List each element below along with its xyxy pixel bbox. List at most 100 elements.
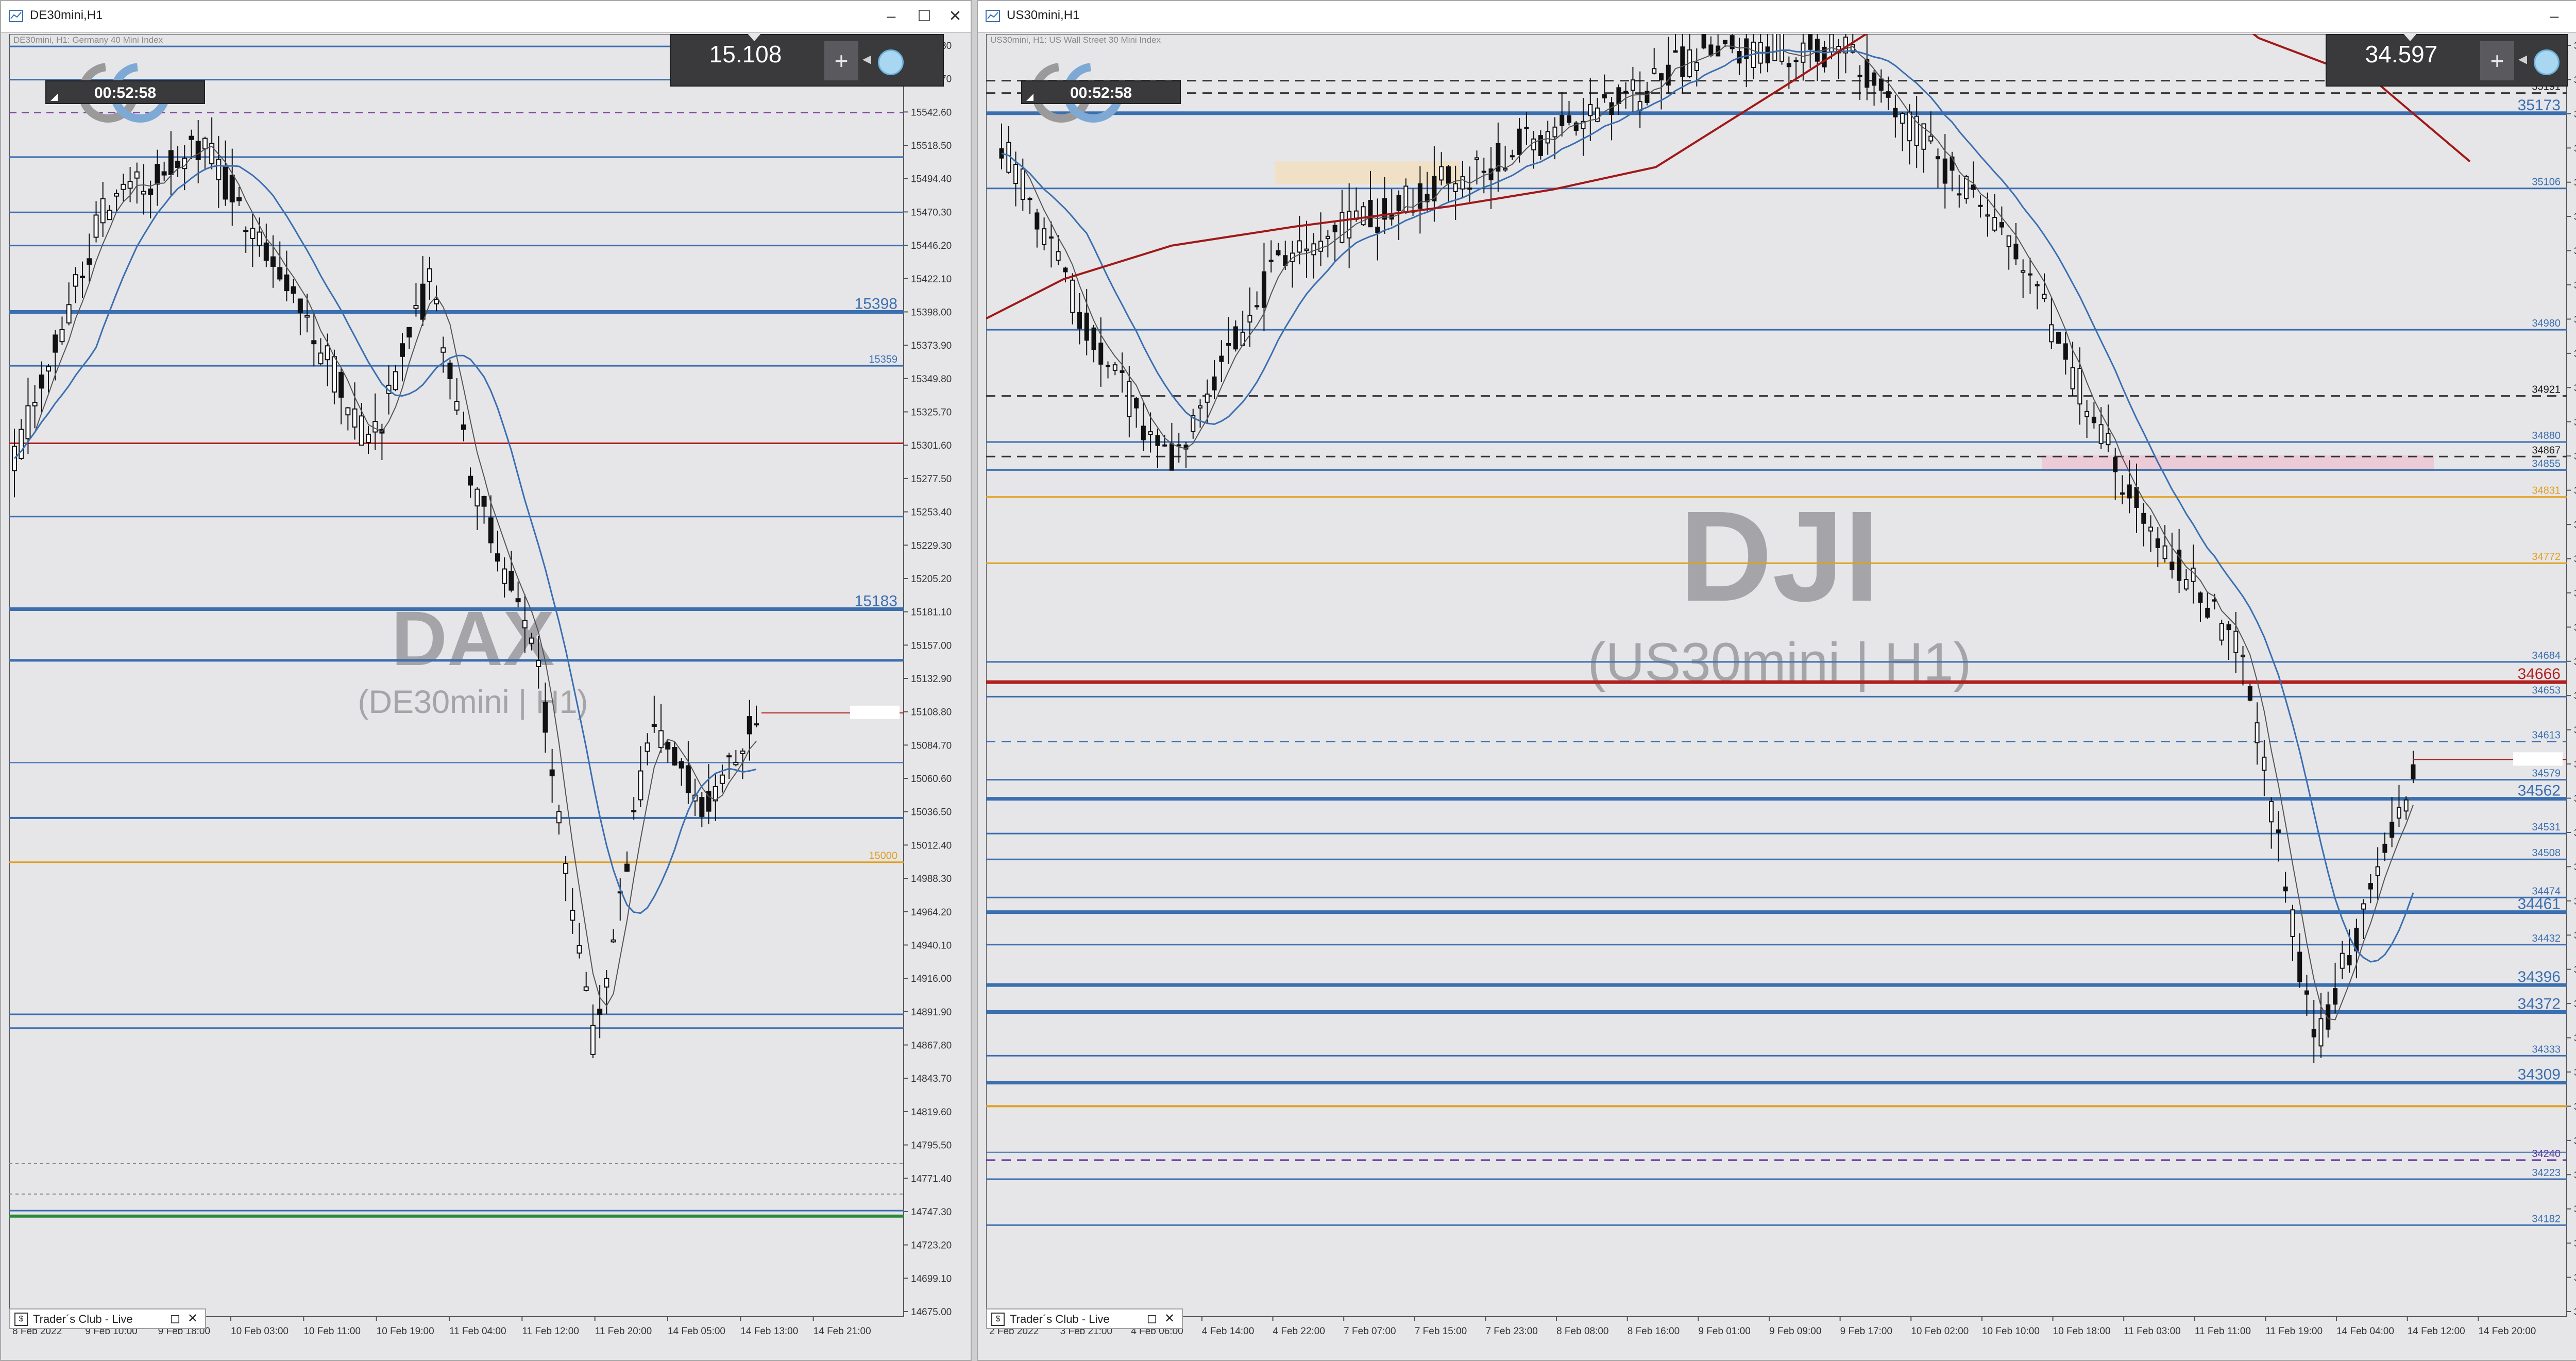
minimize-icon[interactable]: – xyxy=(2542,5,2567,28)
candle-body xyxy=(32,402,38,406)
tab-restore-icon[interactable]: ◻ xyxy=(1145,1312,1159,1326)
candle-body xyxy=(2311,1029,2316,1037)
time-axis-label: 4 Feb 14:00 xyxy=(1202,1326,1254,1337)
candle-body xyxy=(1865,59,1870,88)
candle-body xyxy=(726,755,732,758)
chart-tab[interactable]: $ Trader´s Club - Live ◻ ✕ xyxy=(9,1308,206,1329)
candle-body xyxy=(229,175,235,202)
candle-body xyxy=(685,765,691,793)
price-axis-label: 15325.70 xyxy=(911,407,952,418)
level-label: 35173 xyxy=(2518,97,2561,114)
time-axis-label: 4 Feb 22:00 xyxy=(1273,1326,1325,1337)
price-axis-label: 15422.10 xyxy=(911,274,952,285)
price-axis-label: 15542.60 xyxy=(911,107,952,118)
candle-body xyxy=(740,751,745,754)
price-axis-label: 15036.50 xyxy=(911,807,952,818)
price-axis-label: 15060.60 xyxy=(911,774,952,785)
candle-body xyxy=(468,475,473,486)
price-chart[interactable]: 15590.8015566.7015542.6015518.5015494.40… xyxy=(9,33,967,1360)
ticker-panel[interactable]: 34.597 + ◂ xyxy=(2326,33,2568,87)
candle-body xyxy=(2361,903,2366,910)
candle-body xyxy=(1141,426,1146,440)
price-chart-canvas[interactable]: 15590.8015566.7015542.6015518.5015494.40… xyxy=(9,33,967,1358)
candle-body xyxy=(2191,567,2196,582)
maximize-icon[interactable]: ☐ xyxy=(912,5,937,28)
price-axis-label: 15470.30 xyxy=(911,207,952,218)
level-label: 34223 xyxy=(2532,1167,2561,1179)
level-label: 15398 xyxy=(855,295,897,312)
time-axis-label: 11 Feb 20:00 xyxy=(595,1326,652,1337)
time-axis-label: 10 Feb 11:00 xyxy=(303,1326,361,1337)
chart-window-dji[interactable]: US30mini,H1 – ☐ ✕ 35233.50 35203.00 35172.… xyxy=(977,0,2576,1361)
time-axis-label: 11 Feb 04:00 xyxy=(449,1326,506,1337)
window-titlebar[interactable]: DE30mini,H1 – ☐ ✕ xyxy=(1,1,971,33)
candle-body xyxy=(2084,411,2090,417)
price-axis-label: 34288.00 xyxy=(2574,1101,2576,1112)
tab-chart-icon: $ xyxy=(991,1313,1005,1326)
window-titlebar[interactable]: US30mini,H1 – ☐ ✕ xyxy=(978,1,2576,33)
price-chart-canvas[interactable]: 35233.50 35203.00 35172.50 35142.00 35111.50… xyxy=(986,0,2576,1358)
status-ball-icon xyxy=(878,49,904,75)
level-label: 34579 xyxy=(2532,768,2561,779)
chart-tab[interactable]: $ Trader´s Club - Live ◻ ✕ xyxy=(986,1308,1183,1329)
time-axis-label: 8 Feb 16:00 xyxy=(1628,1326,1680,1337)
candle-body xyxy=(168,150,174,175)
candle-body xyxy=(1255,305,1260,308)
collapse-arrow-icon[interactable]: ◂ xyxy=(862,48,871,69)
add-button[interactable]: + xyxy=(2480,41,2514,80)
close-icon[interactable]: ✕ xyxy=(943,5,968,28)
tab-close-icon[interactable]: ✕ xyxy=(1162,1312,1177,1326)
time-axis-label: 14 Feb 13:00 xyxy=(740,1326,798,1337)
price-axis-label: 14819.60 xyxy=(911,1107,952,1118)
tab-close-icon[interactable]: ✕ xyxy=(185,1312,200,1326)
candle-body xyxy=(2183,579,2189,590)
candle-body xyxy=(1176,444,1181,447)
candle-body xyxy=(1708,44,1714,56)
candle-body xyxy=(2070,367,2075,389)
price-chart[interactable]: 35233.50 35203.00 35172.50 35142.00 35111.50… xyxy=(986,0,2576,1360)
add-button[interactable]: + xyxy=(824,41,858,80)
price-axis-label: 34898.00 xyxy=(2574,417,2576,428)
price-axis-label: 15012.40 xyxy=(911,840,952,851)
level-label: 35106 xyxy=(2532,177,2561,188)
candle-body xyxy=(1340,212,1345,243)
candle-body xyxy=(1056,251,1061,261)
tab-restore-icon[interactable]: ◻ xyxy=(168,1312,182,1326)
candle-body xyxy=(352,408,358,428)
candle-body xyxy=(1226,343,1231,346)
candle-body xyxy=(1481,171,1486,173)
candle-body xyxy=(257,231,262,246)
candle-body xyxy=(1957,193,1962,196)
candle-body xyxy=(1488,168,1494,181)
candle-body xyxy=(53,334,58,353)
price-axis-label: 15277.50 xyxy=(911,474,952,485)
candle-body xyxy=(2106,433,2111,446)
candle-body xyxy=(161,171,167,176)
candle-body xyxy=(277,267,283,280)
time-axis-label: 7 Feb 15:00 xyxy=(1415,1326,1467,1337)
candle-body xyxy=(1531,138,1536,150)
candle-body xyxy=(1077,312,1082,329)
time-axis-label: 11 Feb 19:00 xyxy=(2265,1326,2323,1337)
candle-body xyxy=(1382,198,1387,220)
candle-body xyxy=(2063,343,2068,360)
chart-window-dax[interactable]: DE30mini,H1 – ☐ ✕ 15590.8015566.7015542.… xyxy=(0,0,972,1361)
collapse-arrow-icon[interactable]: ◂ xyxy=(2518,48,2527,69)
candle-body xyxy=(1368,199,1373,228)
price-axis-label: 34166.00 xyxy=(2574,1238,2576,1249)
price-axis-label: 15157.00 xyxy=(911,640,952,651)
price-axis-label: 34532.00 xyxy=(2574,828,2576,839)
time-axis-label: 9 Feb 01:00 xyxy=(1698,1326,1750,1337)
ticker-panel[interactable]: 15.108 + ◂ xyxy=(670,33,944,87)
candle-body xyxy=(1304,248,1309,251)
price-axis-label: 14964.20 xyxy=(911,907,952,918)
price-axis-label: 14988.30 xyxy=(911,874,952,884)
candle-body xyxy=(19,429,24,459)
candle-body xyxy=(2283,886,2288,892)
candle-body xyxy=(658,730,664,748)
candle-body xyxy=(1560,115,1565,126)
minimize-icon[interactable]: – xyxy=(879,5,904,28)
price-axis-label: 34989.50 xyxy=(2574,314,2576,325)
candle-body xyxy=(1169,443,1174,471)
candle-body xyxy=(1659,73,1664,81)
